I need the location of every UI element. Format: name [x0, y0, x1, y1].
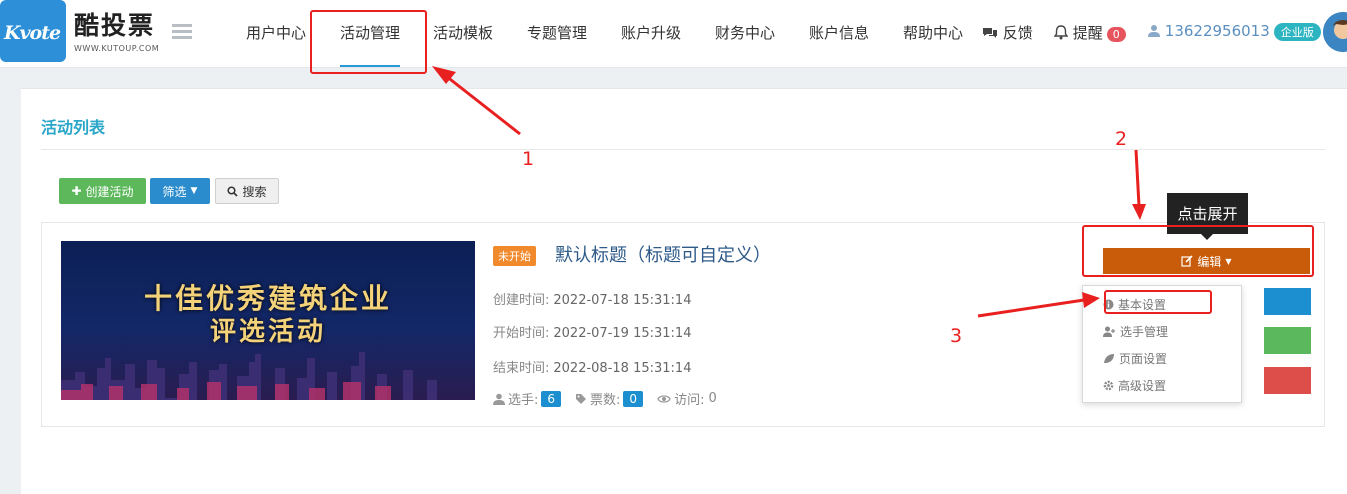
annotation-box-basic-settings	[1104, 290, 1212, 314]
blue-action-button[interactable]	[1264, 288, 1311, 315]
account-phone: 13622956013	[1164, 22, 1270, 40]
tag-icon	[576, 393, 587, 404]
activity-stats: 选手: 6 票数: 0 访问: 0	[493, 389, 717, 408]
menu-item-page-settings[interactable]: 页面设置	[1103, 350, 1167, 367]
status-badge: 未开始	[493, 246, 536, 266]
created-time: 创建时间: 2022-07-18 15:31:14	[493, 293, 692, 308]
brand-name: 酷投票	[74, 11, 156, 40]
caret-down-icon: ▼	[190, 186, 198, 196]
visits-count: 0	[708, 391, 717, 406]
nav-account-info[interactable]: 账户信息	[809, 22, 869, 43]
gear-icon	[1103, 380, 1114, 391]
activity-title-link[interactable]: 默认标题（标题可自定义）	[555, 241, 771, 267]
bell-icon	[1053, 25, 1069, 40]
green-action-button[interactable]	[1264, 327, 1311, 354]
city-skyline-illustration	[61, 352, 437, 400]
votes-count: 0	[623, 390, 644, 407]
brand-url: WWW.KUTOUP.COM	[74, 44, 160, 53]
feedback-label: 反馈	[1002, 24, 1033, 42]
leaf-icon	[1104, 354, 1114, 363]
annotation-box-nav	[310, 10, 427, 74]
annotation-number-2: 2	[1115, 128, 1128, 150]
annotation-number-3: 3	[950, 325, 963, 347]
visits-label: 访问:	[674, 393, 705, 408]
end-time: 结束时间: 2022-08-18 15:31:14	[493, 361, 692, 376]
reminder-count-badge: 0	[1106, 27, 1126, 42]
search-label: 搜索	[242, 184, 267, 199]
players-count: 6	[541, 390, 562, 407]
eye-icon	[657, 394, 671, 403]
plus-icon: ✚	[71, 184, 82, 198]
user-icon	[1148, 25, 1160, 37]
avatar-image-icon	[1323, 12, 1347, 52]
nav-help-center[interactable]: 帮助中心	[903, 22, 963, 43]
votes-label: 票数:	[590, 393, 621, 408]
nav-account[interactable]: 13622956013 企业版	[1148, 22, 1321, 41]
filter-label: 筛选	[162, 184, 187, 199]
annotation-number-1: 1	[522, 148, 535, 170]
nav-feedback[interactable]: 反馈	[982, 22, 1033, 43]
panel-divider	[41, 149, 1325, 150]
nav-finance-center[interactable]: 财务中心	[715, 22, 775, 43]
panel-title: 活动列表	[41, 118, 106, 137]
activity-banner-image[interactable]: 十佳优秀建筑企业 评选活动	[61, 241, 475, 400]
brand: 酷投票 WWW.KUTOUP.COM	[74, 6, 159, 53]
nav-account-upgrade[interactable]: 账户升级	[621, 22, 681, 43]
top-navbar: Kvote 酷投票 WWW.KUTOUP.COM 用户中心 活动管理 活动模板 …	[0, 0, 1347, 68]
nav-topic-management[interactable]: 专题管理	[527, 22, 587, 43]
avatar[interactable]	[1323, 12, 1347, 52]
annotation-box-edit	[1082, 225, 1314, 277]
create-activity-label: 创建活动	[85, 184, 134, 199]
edition-badge: 企业版	[1273, 23, 1321, 41]
kvote-logo[interactable]: Kvote	[0, 0, 66, 62]
user-icon	[493, 393, 505, 405]
comments-icon	[983, 28, 997, 38]
hamburger-menu-icon[interactable]	[172, 24, 192, 40]
user-plus-icon	[1103, 326, 1115, 337]
filter-button[interactable]: 筛选 ▼	[150, 178, 210, 204]
nav-activity-templates[interactable]: 活动模板	[433, 22, 493, 43]
nav-reminders[interactable]: 提醒 0	[1053, 22, 1126, 43]
menu-item-player-management[interactable]: 选手管理	[1103, 323, 1168, 340]
reminder-label: 提醒	[1072, 24, 1103, 42]
create-activity-button[interactable]: ✚ 创建活动	[59, 178, 146, 204]
nav-user-center[interactable]: 用户中心	[246, 22, 306, 43]
logo-text: Kvote	[4, 22, 61, 44]
menu-item-advanced-settings[interactable]: 高级设置	[1103, 377, 1166, 394]
players-label: 选手:	[508, 393, 539, 408]
search-icon	[227, 185, 239, 197]
start-time: 开始时间: 2022-07-19 15:31:14	[493, 326, 692, 341]
search-button[interactable]: 搜索	[215, 178, 279, 204]
red-action-button[interactable]	[1264, 367, 1311, 394]
